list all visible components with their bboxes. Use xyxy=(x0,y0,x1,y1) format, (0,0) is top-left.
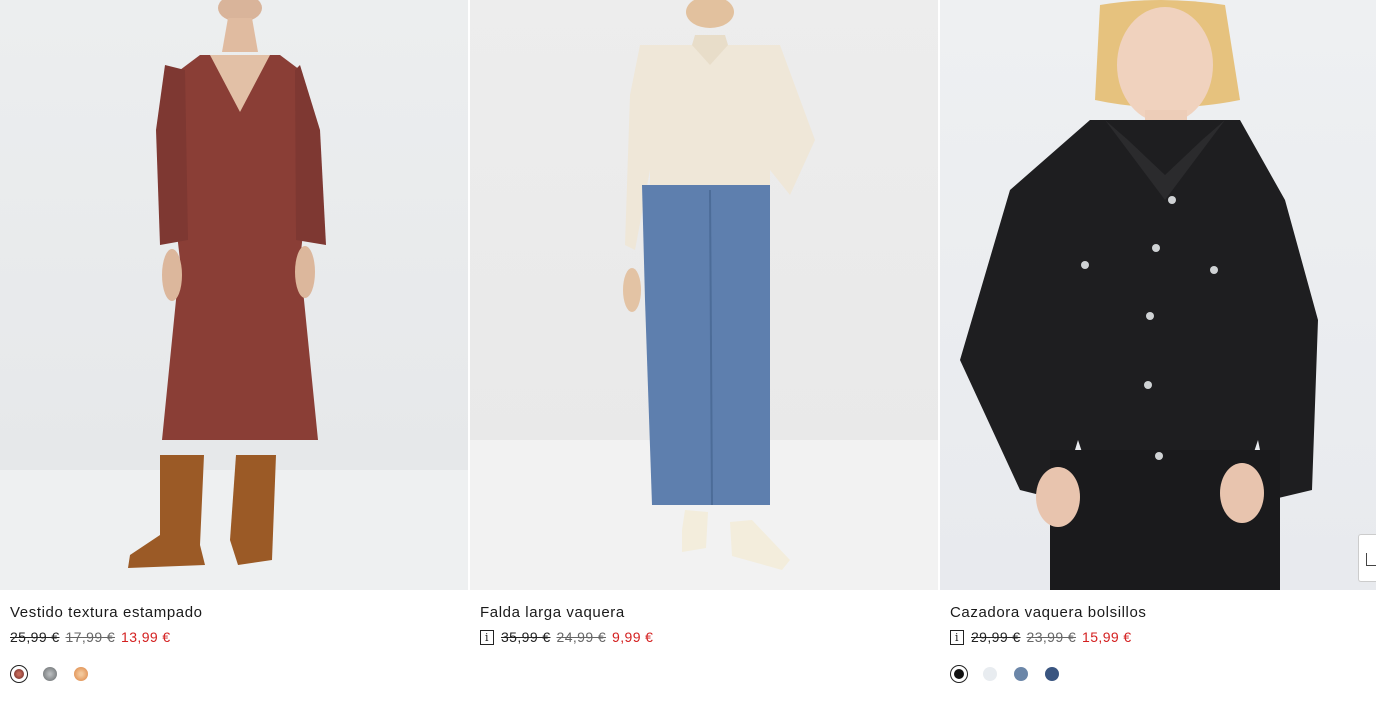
color-swatch-mid-blue[interactable] xyxy=(1012,665,1030,683)
product-image[interactable] xyxy=(470,0,938,590)
color-swatches xyxy=(950,665,1061,683)
product-grid: Vestido textura estampado 25,99 € 17,99 … xyxy=(0,0,1376,705)
price-block: 25,99 € 17,99 € 13,99 € xyxy=(10,629,171,645)
sale-price: 9,99 € xyxy=(612,629,654,645)
price-block: i 29,99 € 23,99 € 15,99 € xyxy=(950,629,1132,645)
product-name[interactable]: Falda larga vaquera xyxy=(480,604,625,621)
bracket-icon xyxy=(1366,553,1376,566)
original-price: 35,99 € xyxy=(501,629,551,645)
sale-price: 13,99 € xyxy=(121,629,171,645)
color-swatches xyxy=(10,665,90,683)
previous-price: 23,99 € xyxy=(1026,629,1077,645)
sale-price: 15,99 € xyxy=(1082,629,1132,645)
color-swatch-black[interactable] xyxy=(950,665,968,683)
previous-price: 17,99 € xyxy=(65,629,116,645)
dress-photo-icon xyxy=(0,0,468,590)
color-swatch-grey[interactable] xyxy=(41,665,59,683)
color-swatch-print[interactable] xyxy=(10,665,28,683)
previous-price: 24,99 € xyxy=(556,629,607,645)
product-name[interactable]: Cazadora vaquera bolsillos xyxy=(950,604,1147,621)
original-price: 29,99 € xyxy=(971,629,1021,645)
color-swatch-white[interactable] xyxy=(981,665,999,683)
info-icon[interactable]: i xyxy=(950,629,964,645)
product-name[interactable]: Vestido textura estampado xyxy=(10,604,203,621)
info-icon[interactable]: i xyxy=(480,629,494,645)
color-swatch-orange[interactable] xyxy=(72,665,90,683)
side-panel-tab[interactable] xyxy=(1358,534,1376,582)
product-card[interactable]: Vestido textura estampado 25,99 € 17,99 … xyxy=(0,0,468,705)
product-card[interactable]: Falda larga vaquera i 35,99 € 24,99 € 9,… xyxy=(470,0,938,705)
product-image[interactable] xyxy=(940,0,1376,590)
original-price: 25,99 € xyxy=(10,629,60,645)
price-block: i 35,99 € 24,99 € 9,99 € xyxy=(480,629,653,645)
color-swatch-dark-blue[interactable] xyxy=(1043,665,1061,683)
denim-jacket-photo-icon xyxy=(960,0,1318,590)
denim-skirt-photo-icon xyxy=(470,0,938,590)
product-card[interactable]: Cazadora vaquera bolsillos i 29,99 € 23,… xyxy=(940,0,1376,705)
product-image[interactable] xyxy=(0,0,468,590)
